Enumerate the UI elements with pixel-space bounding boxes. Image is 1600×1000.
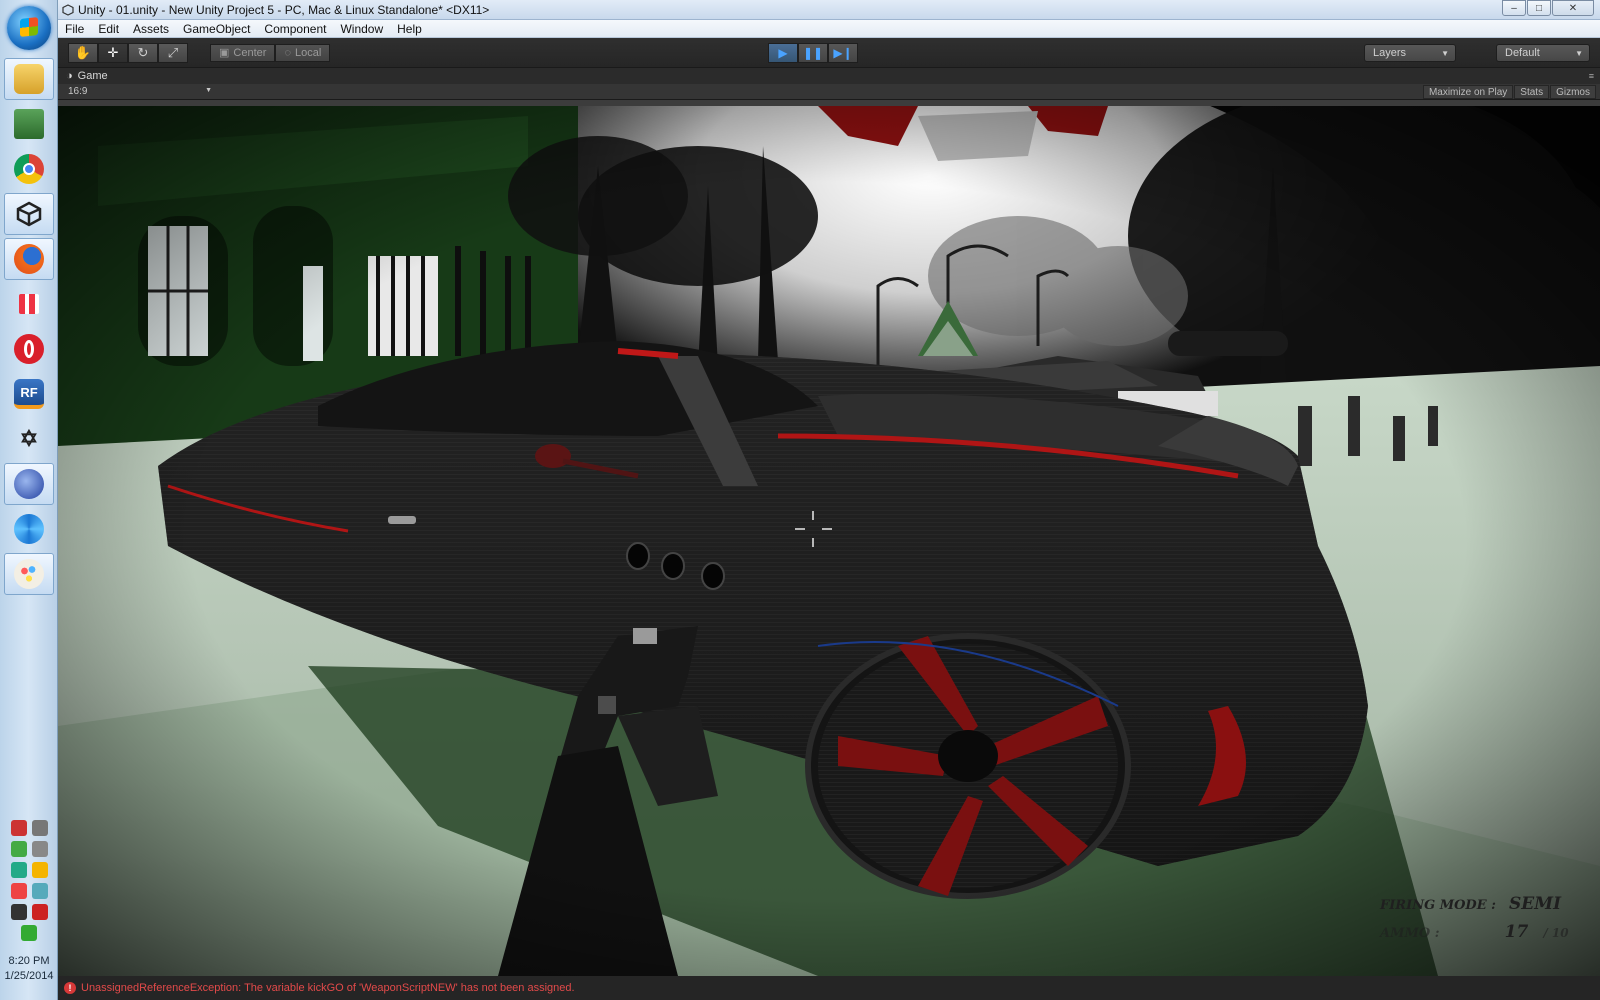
pivot-local-label: Local xyxy=(294,46,322,59)
menu-bar: File Edit Assets GameObject Component Wi… xyxy=(58,20,1600,38)
tray-signal-icon[interactable] xyxy=(31,820,48,836)
chevron-down-icon: ▼ xyxy=(1441,48,1449,58)
tray-app-icon[interactable] xyxy=(10,862,27,878)
transform-tools: ✋ ✛ ↻ ⤢ xyxy=(68,42,188,63)
step-button[interactable]: ▶❙ xyxy=(828,43,858,63)
layers-dropdown[interactable]: Layers ▼ xyxy=(1364,44,1456,62)
pause-button[interactable]: ❚❚ xyxy=(798,43,828,63)
layers-label: Layers xyxy=(1373,47,1407,59)
pivot-center-label: Center xyxy=(233,46,267,59)
pivot-local-button[interactable]: ◌ Local xyxy=(275,43,331,62)
clock-time: 8:20 PM xyxy=(8,955,50,967)
tray-app5-icon[interactable] xyxy=(21,925,37,941)
taskbar-zbrush-icon[interactable]: ✡ xyxy=(4,418,54,460)
tray-app2-icon[interactable] xyxy=(10,883,27,899)
menu-window[interactable]: Window xyxy=(333,22,390,36)
chevron-down-icon: ▼ xyxy=(205,87,212,94)
tray-drive-icon[interactable] xyxy=(31,862,48,878)
unity-logo-icon xyxy=(16,201,42,227)
taskbar-paint-icon[interactable] xyxy=(4,553,54,595)
tray-acrobat-icon[interactable] xyxy=(31,904,48,920)
taskbar-file-explorer-icon[interactable] xyxy=(4,58,54,100)
main-toolbar: ✋ ✛ ↻ ⤢ ▣ Center ◌ Local ▶ ❚❚ ▶❙ Layers … xyxy=(58,38,1600,68)
menu-help[interactable]: Help xyxy=(390,22,429,36)
taskbar-clock[interactable]: 8:20 PM 1/25/2014 xyxy=(0,954,58,984)
scale-tool-icon[interactable]: ⤢ xyxy=(158,42,188,63)
game-view-options: Maximize on Play Stats Gizmos xyxy=(1422,85,1596,99)
pivot-toggles: ▣ Center ◌ Local xyxy=(210,43,331,62)
rotate-tool-icon[interactable]: ↻ xyxy=(128,42,158,63)
taskbar-opera-icon[interactable] xyxy=(4,328,54,370)
tray-app3-icon[interactable] xyxy=(31,883,48,899)
aspect-dropdown[interactable]: 16:9 ▼ xyxy=(58,86,212,97)
hud-firing-mode: FIRING MODE : SEMI xyxy=(1380,894,1561,914)
play-button[interactable]: ▶ xyxy=(768,43,798,63)
menu-edit[interactable]: Edit xyxy=(91,22,126,36)
game-tab[interactable]: ◑ Game ≡ xyxy=(58,68,1600,84)
layout-dropdown[interactable]: Default ▼ xyxy=(1496,44,1590,62)
taskbar-rf-app-icon[interactable]: RF xyxy=(4,373,54,415)
ammo-value: 17 xyxy=(1504,922,1529,942)
title-bar[interactable]: Unity - 01.unity - New Unity Project 5 -… xyxy=(58,0,1600,20)
close-button[interactable]: ✕ xyxy=(1552,0,1594,16)
console-status-bar[interactable]: ! UnassignedReferenceException: The vari… xyxy=(58,976,1600,1000)
firing-mode-value: SEMI xyxy=(1509,894,1562,914)
taskbar-cinema4d-icon[interactable] xyxy=(4,463,54,505)
gizmos-dropdown[interactable]: Gizmos xyxy=(1550,85,1596,99)
hand-tool-icon[interactable]: ✋ xyxy=(68,42,98,63)
taskbar-aperture-icon[interactable] xyxy=(4,508,54,550)
move-tool-icon[interactable]: ✛ xyxy=(98,42,128,63)
chevron-down-icon: ▼ xyxy=(1575,48,1583,58)
panel-menu-icon[interactable]: ≡ xyxy=(1589,71,1594,81)
taskbar-firefox-icon[interactable] xyxy=(4,238,54,280)
stats-toggle[interactable]: Stats xyxy=(1514,85,1550,99)
taskbar-app-grid-icon[interactable] xyxy=(4,283,54,325)
unity-window: Unity - 01.unity - New Unity Project 5 -… xyxy=(58,0,1600,1000)
hud-ammo: AMMO : 17 / 10 xyxy=(1380,922,1569,942)
clock-date: 1/25/2014 xyxy=(4,970,54,982)
game-view-toolbar: 16:9 ▼ Maximize on Play Stats Gizmos xyxy=(58,84,1600,100)
maximize-on-play-toggle[interactable]: Maximize on Play xyxy=(1422,85,1514,99)
pivot-center-button[interactable]: ▣ Center xyxy=(210,43,276,62)
pivot-local-icon: ◌ xyxy=(284,46,291,59)
system-tray xyxy=(4,820,54,941)
window-title: Unity - 01.unity - New Unity Project 5 -… xyxy=(78,2,490,17)
window-controls: – □ ✕ xyxy=(1501,0,1594,16)
taskbar-unity-icon[interactable] xyxy=(4,193,54,235)
start-button[interactable] xyxy=(7,6,51,50)
unity-logo-icon xyxy=(62,3,74,16)
ammo-total: / 10 xyxy=(1543,926,1569,940)
game-scene xyxy=(58,106,1600,976)
maximize-button[interactable]: □ xyxy=(1527,0,1551,16)
firing-mode-label: FIRING MODE : xyxy=(1380,898,1496,913)
game-tab-icon: ◑ xyxy=(66,70,73,82)
playback-controls: ▶ ❚❚ ▶❙ xyxy=(768,43,858,63)
tray-nvidia-icon[interactable] xyxy=(10,841,27,857)
menu-assets[interactable]: Assets xyxy=(126,22,176,36)
tray-network-error-icon[interactable] xyxy=(10,820,27,836)
ammo-label: AMMO : xyxy=(1380,926,1440,941)
screen: RF ✡ 8:20 PM 1/25/2014 Unity - 01.unity … xyxy=(0,0,1600,1000)
layout-label: Default xyxy=(1505,47,1540,59)
game-tab-label: Game xyxy=(77,70,108,82)
taskbar: RF ✡ 8:20 PM 1/25/2014 xyxy=(0,0,58,1000)
menu-gameobject[interactable]: GameObject xyxy=(176,22,257,36)
console-error-message: UnassignedReferenceException: The variab… xyxy=(81,982,575,994)
game-viewport[interactable]: FIRING MODE : SEMI AMMO : 17 / 10 xyxy=(58,106,1600,976)
taskbar-system-monitor-icon[interactable] xyxy=(4,103,54,145)
menu-file[interactable]: File xyxy=(58,22,91,36)
menu-component[interactable]: Component xyxy=(257,22,333,36)
error-icon: ! xyxy=(64,982,76,994)
minimize-button[interactable]: – xyxy=(1502,0,1526,16)
taskbar-chrome-icon[interactable] xyxy=(4,148,54,190)
tray-volume-icon[interactable] xyxy=(31,841,48,857)
aspect-label: 16:9 xyxy=(68,86,88,97)
tray-app4-icon[interactable] xyxy=(10,904,27,920)
pivot-center-icon: ▣ xyxy=(219,47,230,59)
